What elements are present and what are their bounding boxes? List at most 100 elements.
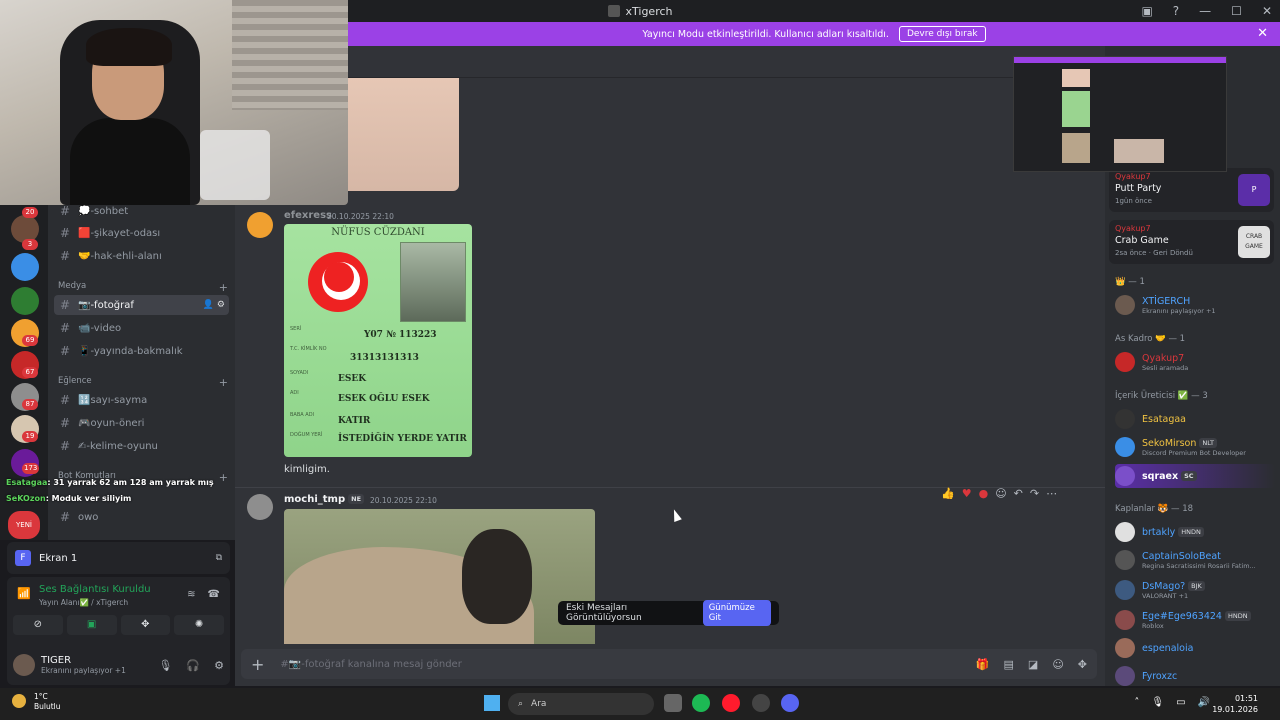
camera-off-button[interactable]: ⊘ bbox=[13, 615, 63, 635]
task-view-icon[interactable] bbox=[664, 694, 682, 712]
chat-user: SeKOzon bbox=[6, 494, 46, 503]
activities-button[interactable]: ✥ bbox=[120, 615, 171, 635]
member-row[interactable]: CaptainSoloBeat Regina Sacratissimi Rosar… bbox=[1115, 548, 1275, 572]
attach-icon[interactable]: + bbox=[251, 655, 264, 674]
new-badge[interactable]: YENİ bbox=[8, 511, 40, 539]
sticker-icon[interactable]: ◪ bbox=[1028, 658, 1038, 671]
volume-icon[interactable]: 🔊 bbox=[1198, 697, 1210, 708]
id-card-image[interactable]: NÜFUS CÜZDANI SERİ Y07 № 113223 T.C. KİM… bbox=[284, 224, 472, 457]
member-row[interactable]: brtakly HNDN bbox=[1115, 520, 1275, 544]
preview-thumb bbox=[1062, 133, 1090, 163]
channel-kelime-oyunu[interactable]: # ✍ -kelime-oyunu bbox=[54, 436, 229, 456]
channel-owo[interactable]: # owo bbox=[54, 507, 229, 527]
close-window-button[interactable]: ✕ bbox=[1262, 4, 1272, 18]
soundboard-button[interactable]: ✺ bbox=[174, 615, 224, 635]
member-row[interactable]: sqraex SC bbox=[1115, 464, 1275, 488]
discord-icon[interactable] bbox=[781, 694, 799, 712]
message-composer[interactable]: + #📷-fotoğraf kanalına mesaj gönder 🎁 ▤ … bbox=[241, 649, 1097, 679]
chevron-up-icon[interactable]: ˄ bbox=[1134, 697, 1139, 708]
add-channel-icon[interactable]: + bbox=[219, 376, 228, 389]
member-row[interactable]: DsMago? BJK VALORANT +1 bbox=[1115, 578, 1275, 602]
voice-location[interactable]: Yayın Alanı✅ / xTigerch bbox=[39, 598, 128, 607]
reaction-circle-icon[interactable]: ● bbox=[979, 487, 989, 500]
member-row[interactable]: Ege#Ege963424 HNDN Roblox bbox=[1115, 608, 1275, 632]
avatar[interactable] bbox=[247, 494, 273, 520]
message-author[interactable]: mochi_tmp NE bbox=[284, 494, 365, 505]
screen-share-button[interactable]: ▣ bbox=[66, 615, 117, 635]
category-media[interactable]: Medya + bbox=[58, 281, 228, 294]
channel-oyun-oneri[interactable]: # 🎮 oyun-öneri bbox=[54, 413, 229, 433]
search-label: Ara bbox=[531, 699, 547, 709]
monitor-icon[interactable]: ▭ bbox=[1176, 697, 1185, 708]
channel-sikayet-odasi[interactable]: # 🟥 -şikayet-odası bbox=[54, 223, 229, 243]
reaction-thumbs-icon[interactable]: 👍 bbox=[941, 487, 955, 500]
add-reaction-icon[interactable]: ☺ bbox=[995, 487, 1006, 500]
headphones-icon[interactable]: 🎧 bbox=[186, 659, 200, 672]
channel-hak-ehli-alani[interactable]: # 🤝 -hak-ehli-alanı bbox=[54, 246, 229, 266]
reply-icon[interactable]: ↶ bbox=[1014, 487, 1023, 500]
preview-thumb bbox=[1062, 91, 1090, 127]
member-row[interactable]: espenaloia bbox=[1115, 636, 1275, 660]
member-row[interactable]: Qyakup7 Sesli aramada bbox=[1115, 350, 1275, 374]
activity-card[interactable]: Qyakup7 Putt Party 1gün önce P bbox=[1109, 168, 1274, 212]
help-icon[interactable]: ? bbox=[1173, 4, 1179, 18]
apps-icon[interactable]: ✥ bbox=[1078, 658, 1087, 671]
add-channel-icon[interactable]: + bbox=[219, 281, 228, 294]
composer-placeholder[interactable]: #📷-fotoğraf kanalına mesaj gönder bbox=[280, 659, 461, 670]
inbox-icon[interactable]: ▣ bbox=[1141, 4, 1152, 18]
mic-tray-icon[interactable]: 🎙 bbox=[1151, 697, 1164, 708]
sheep-image[interactable] bbox=[284, 509, 595, 644]
activity-card[interactable]: Qyakup7 Crab Game 2sa önce · Geri Döndü … bbox=[1109, 220, 1274, 264]
channel-fotograf[interactable]: # 📷 -fotoğraf 👤 ⚙ bbox=[54, 295, 229, 315]
banner-close-icon[interactable]: ✕ bbox=[1257, 26, 1268, 41]
minimize-button[interactable]: — bbox=[1199, 4, 1211, 18]
disconnect-icon[interactable]: ☎ bbox=[208, 589, 220, 600]
member-row[interactable]: Esatagaa bbox=[1115, 407, 1275, 431]
category-fun[interactable]: Eğlence + bbox=[58, 376, 228, 389]
maximize-button[interactable]: ☐ bbox=[1231, 4, 1242, 18]
clock[interactable]: 01:51 19.01.2026 bbox=[1212, 693, 1258, 715]
start-icon[interactable] bbox=[484, 695, 500, 711]
server-icon[interactable] bbox=[11, 253, 39, 281]
stream-preview[interactable] bbox=[1013, 56, 1227, 172]
channel-sayi-sayma[interactable]: # 🔢 sayı-sayma bbox=[54, 390, 229, 410]
activity-user: Qyakup7 bbox=[1115, 224, 1151, 233]
id-label: SOYADI bbox=[290, 370, 309, 376]
channel-settings-icon[interactable]: 👤 ⚙ bbox=[203, 300, 225, 310]
message-author[interactable]: efexress bbox=[284, 210, 332, 221]
gift-icon[interactable]: 🎁 bbox=[976, 658, 990, 671]
jump-to-present-button[interactable]: Günümüze Git bbox=[702, 600, 771, 626]
member-row[interactable]: Fyroxzc bbox=[1115, 664, 1275, 688]
opera-icon[interactable] bbox=[722, 694, 740, 712]
avatar[interactable] bbox=[13, 654, 35, 676]
emoji-icon[interactable]: ☺ bbox=[1052, 658, 1063, 671]
avatar bbox=[1115, 437, 1135, 457]
member-name: CaptainSoloBeat bbox=[1142, 550, 1221, 562]
reaction-heart-icon[interactable]: ♥ bbox=[962, 487, 972, 500]
disable-streamer-mode-button[interactable]: Devre dışı bırak bbox=[898, 26, 986, 42]
gif-icon[interactable]: ▤ bbox=[1004, 658, 1014, 671]
popout-icon[interactable]: ⧉ bbox=[216, 553, 222, 563]
avatar[interactable] bbox=[247, 212, 273, 238]
add-channel-icon[interactable]: + bbox=[219, 471, 228, 484]
activity-time: 2sa önce · Geri Döndü bbox=[1115, 249, 1193, 257]
settings-icon[interactable]: ⚙ bbox=[214, 659, 224, 672]
forward-icon[interactable]: ↷ bbox=[1030, 487, 1039, 500]
screen-share-panel[interactable]: F Ekran 1 ⧉ bbox=[7, 542, 230, 574]
preview-thumb bbox=[1062, 69, 1090, 87]
weather-widget[interactable]: 1°C Bulutlu bbox=[12, 692, 61, 712]
steam-icon[interactable] bbox=[752, 694, 770, 712]
more-icon[interactable]: ⋯ bbox=[1046, 487, 1057, 500]
member-row[interactable]: SekoMirson NLT Discord Premium Bot Develop… bbox=[1115, 435, 1275, 459]
server-icon[interactable] bbox=[11, 287, 39, 315]
user-status: Ekranını paylaşıyor +1 bbox=[41, 666, 126, 675]
channel-yayinda-bakmalik[interactable]: # 📱 -yayında-bakmalık bbox=[54, 341, 229, 361]
member-row[interactable]: XTİGERCH Ekranını paylaşıyor +1 bbox=[1115, 293, 1275, 317]
channel-video[interactable]: # 📹 -video bbox=[54, 318, 229, 338]
noise-icon[interactable]: ≋ bbox=[187, 589, 195, 600]
spotify-icon[interactable] bbox=[692, 694, 710, 712]
voice-status[interactable]: Ses Bağlantısı Kuruldu bbox=[39, 584, 151, 595]
mic-icon[interactable]: 🎙 bbox=[158, 659, 172, 672]
taskbar-search[interactable]: ⌕ Ara bbox=[508, 693, 654, 715]
member-name: Esatagaa bbox=[1142, 413, 1186, 425]
